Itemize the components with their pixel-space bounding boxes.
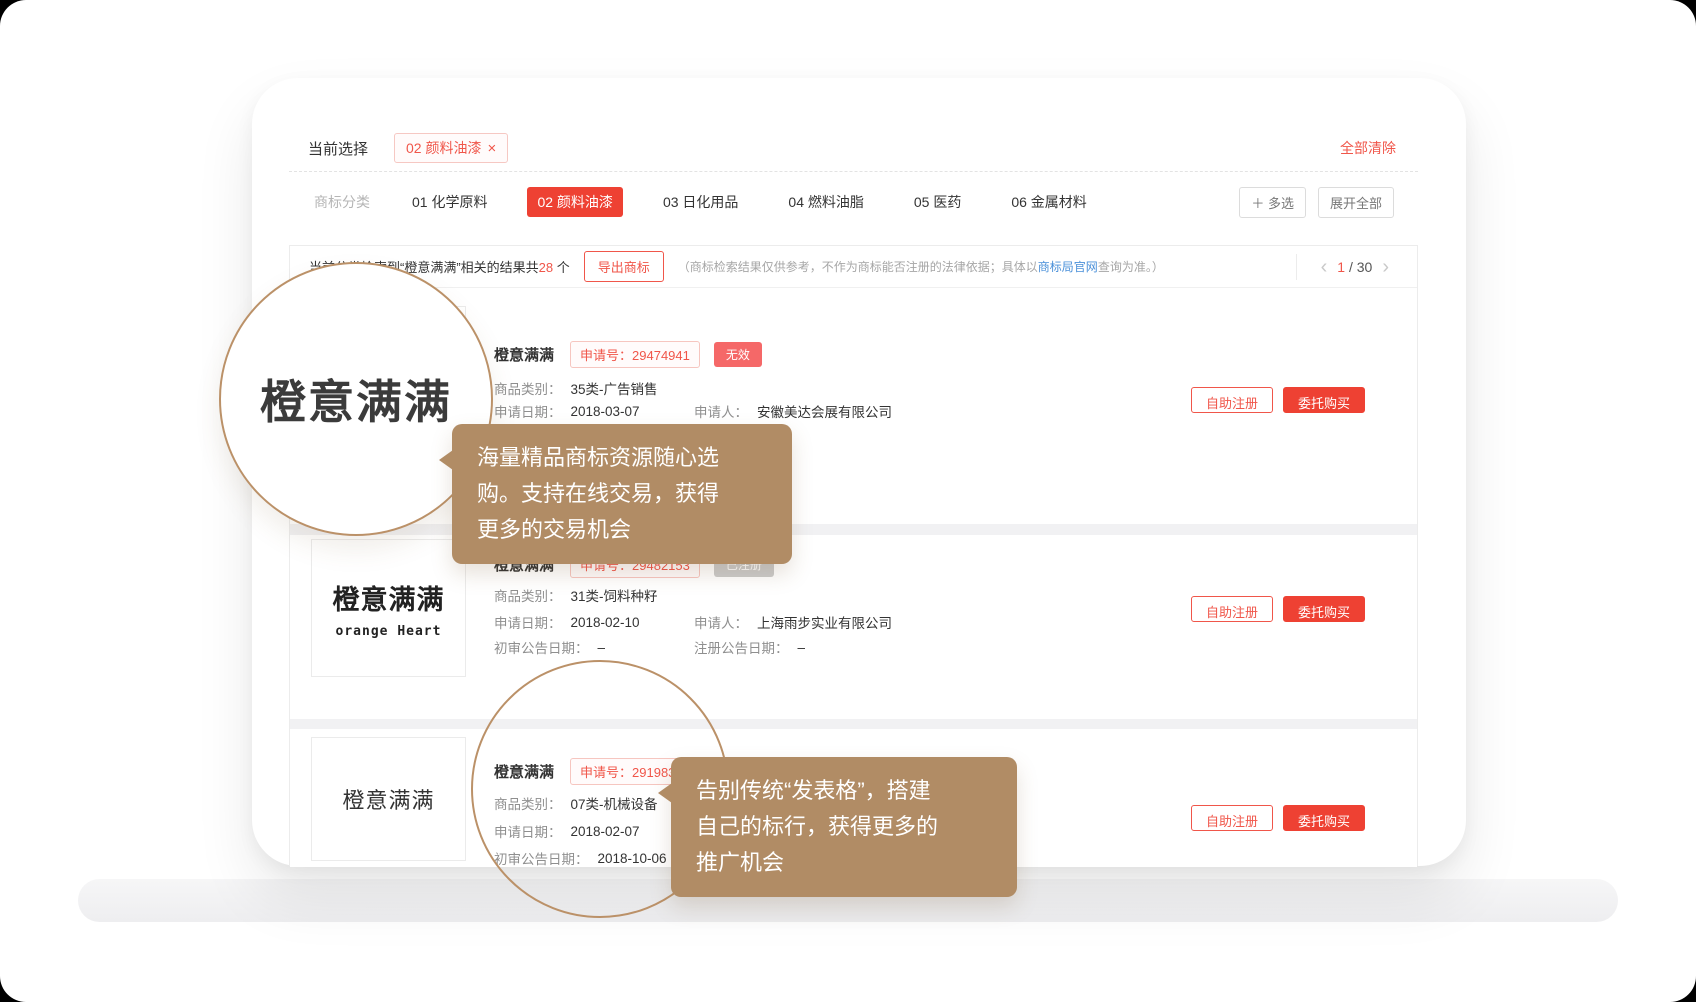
- promo-tooltip-marketplace: 海量精品商标资源随心选 购。支持在线交易，获得 更多的交易机会: [452, 424, 792, 564]
- category-item-01[interactable]: 01 化学原料: [402, 187, 497, 217]
- summary-suffix: 个: [553, 260, 570, 275]
- apply-date-value: 2018-03-07: [571, 404, 640, 419]
- tooltip-line: 自己的标行，获得更多的: [696, 809, 992, 845]
- applicant-label: 申请人：: [694, 401, 748, 421]
- self-register-button[interactable]: 自助注册: [1191, 387, 1273, 413]
- disclaimer-text: （商标检索结果仅供参考，不作为商标能否注册的法律依据；具体以商标局官网查询为准。…: [678, 258, 1164, 275]
- current-selection-label: 当前选择: [308, 138, 368, 159]
- goods-class-value: 35类-广告销售: [571, 378, 658, 398]
- category-bar-label: 商标分类: [314, 192, 370, 212]
- trademark-image-text: 橙意满满: [342, 783, 434, 815]
- trademark-image-text: 橙意满满: [333, 578, 445, 617]
- applicant-label: 申请人：: [694, 612, 748, 632]
- applicant-value: 安徽美达会展有限公司: [757, 401, 892, 421]
- tooltip-line: 购。支持在线交易，获得: [477, 476, 767, 512]
- goods-class-label: 商品类别：: [494, 378, 562, 398]
- self-register-button[interactable]: 自助注册: [1191, 596, 1273, 622]
- apply-date-line: 申请日期： 2018-03-07 申请人： 安徽美达会展有限公司: [494, 401, 892, 421]
- app-no-value: 29474941: [632, 348, 690, 363]
- promo-tooltip-promotion: 告别传统“发表格”，搭建 自己的标行，获得更多的 推广机会: [671, 757, 1017, 897]
- results-header: 当前分类检索到“橙意满满”相关的结果共28 个 导出商标 （商标检索结果仅供参考…: [290, 246, 1417, 288]
- page-indicator: 1 / 30: [1337, 259, 1372, 275]
- next-page-icon[interactable]: ›: [1372, 257, 1399, 277]
- entrust-buy-button[interactable]: 委托购买: [1283, 387, 1365, 413]
- category-item-04[interactable]: 04 燃料油脂: [778, 187, 873, 217]
- trademark-image[interactable]: 橙意满满 orange Heart: [311, 539, 466, 677]
- filter-tag-text: 02 颜料油漆: [406, 138, 481, 158]
- expand-all-button[interactable]: 展开全部: [1318, 187, 1394, 218]
- goods-class-line: 商品类别： 35类-广告销售: [494, 378, 658, 398]
- disclaimer-suffix: 查询为准。）: [1098, 260, 1164, 274]
- prev-page-icon[interactable]: ‹: [1311, 257, 1338, 277]
- goods-class-label: 商品类别：: [494, 585, 562, 605]
- row-actions: 自助注册 委托购买: [1191, 596, 1365, 622]
- app-no-label: 申请号：: [580, 348, 632, 363]
- reg-publication-value: –: [798, 640, 806, 655]
- category-item-05[interactable]: 05 医药: [904, 187, 971, 217]
- tooltip-line: 告别传统“发表格”，搭建: [696, 773, 992, 809]
- apply-date-label: 申请日期：: [494, 401, 562, 421]
- total-pages: 30: [1357, 259, 1373, 275]
- category-item-02-selected[interactable]: 02 颜料油漆: [527, 187, 622, 217]
- category-item-06[interactable]: 06 金属材料: [1001, 187, 1096, 217]
- tooltip-arrow-icon: [439, 450, 453, 470]
- pagination: ‹ 1 / 30 ›: [1296, 254, 1399, 280]
- clear-all-link[interactable]: 全部清除: [1340, 138, 1396, 158]
- apply-date-value: 2018-02-10: [571, 615, 640, 630]
- status-badge: 无效: [714, 342, 762, 367]
- tooltip-line: 更多的交易机会: [477, 512, 767, 548]
- trademark-office-link[interactable]: 商标局官网: [1038, 260, 1098, 274]
- self-register-button[interactable]: 自助注册: [1191, 805, 1273, 831]
- goods-class-value: 31类-饲料种籽: [571, 585, 658, 605]
- entrust-buy-button[interactable]: 委托购买: [1283, 596, 1365, 622]
- category-bar: 商标分类 01 化学原料 02 颜料油漆 03 日化用品 04 燃料油脂 05 …: [314, 186, 1394, 218]
- trademark-name: 橙意满满: [494, 344, 554, 365]
- tooltip-arrow-icon: [658, 783, 672, 803]
- entrust-buy-button[interactable]: 委托购买: [1283, 805, 1365, 831]
- row-actions: 自助注册 委托购买: [1191, 805, 1365, 831]
- first-publication-label: 初审公告日期：: [494, 637, 589, 657]
- current-page: 1: [1337, 259, 1345, 275]
- applicant-value: 上海雨步实业有限公司: [757, 612, 892, 632]
- category-item-03[interactable]: 03 日化用品: [653, 187, 748, 217]
- trademark-image-subtext: orange Heart: [336, 624, 442, 639]
- goods-class-line: 商品类别： 31类-饲料种籽: [494, 585, 658, 605]
- multi-select-button[interactable]: ＋ 多选: [1239, 187, 1306, 218]
- current-selection-bar: 当前选择 02 颜料油漆 × 全部清除: [308, 132, 1396, 164]
- disclaimer-prefix: （商标检索结果仅供参考，不作为商标能否注册的法律依据；具体以: [678, 260, 1038, 274]
- magnified-trademark-text: 橙意满满: [260, 366, 452, 432]
- apply-date-line: 申请日期： 2018-02-10 申请人： 上海雨步实业有限公司: [494, 612, 892, 632]
- row-actions: 自助注册 委托购买: [1191, 387, 1365, 413]
- apply-date-label: 申请日期：: [494, 612, 562, 632]
- page-separator: /: [1345, 259, 1357, 275]
- screen: 当前选择 02 颜料油漆 × 全部清除 商标分类 01 化学原料 02 颜料油漆…: [0, 0, 1696, 1002]
- tooltip-line: 推广机会: [696, 845, 992, 881]
- divider: [289, 171, 1418, 172]
- divider: [1296, 254, 1297, 280]
- reg-publication-label: 注册公告日期：: [694, 637, 789, 657]
- tooltip-line: 海量精品商标资源随心选: [477, 440, 767, 476]
- export-trademarks-button[interactable]: 导出商标: [584, 251, 664, 282]
- selected-filter-tag[interactable]: 02 颜料油漆 ×: [394, 133, 508, 163]
- publication-date-line: 初审公告日期：– 注册公告日期：–: [494, 637, 805, 657]
- trademark-name-line: 橙意满满 申请号：29474941 无效: [494, 341, 762, 367]
- remove-tag-icon[interactable]: ×: [487, 141, 496, 156]
- application-number-tag: 申请号：29474941: [570, 341, 700, 368]
- trademark-image[interactable]: 橙意满满: [311, 737, 466, 861]
- first-publication-value: –: [598, 640, 606, 655]
- results-count: 28: [539, 260, 553, 275]
